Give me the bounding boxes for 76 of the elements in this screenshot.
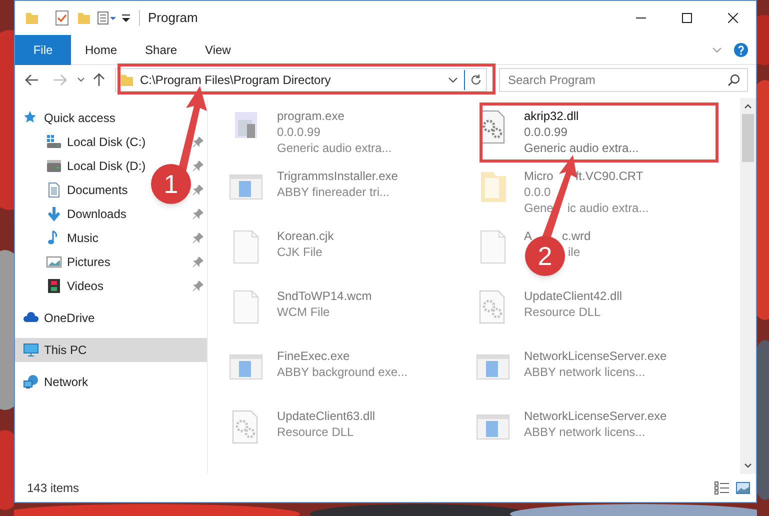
file-description: ic audio extra... — [567, 200, 649, 216]
folder-icon[interactable] — [77, 11, 91, 25]
file-name[interactable]: UpdateClient42.dll — [524, 288, 622, 304]
pin-icon[interactable] — [193, 137, 203, 147]
file-description: ABBY network licens... — [524, 364, 646, 380]
forward-icon[interactable] — [53, 74, 67, 86]
tiles-view-icon[interactable] — [736, 482, 750, 494]
pin-icon[interactable] — [193, 233, 203, 243]
monitor-icon — [23, 342, 39, 358]
ribbon-tab[interactable]: View — [191, 34, 245, 64]
file-version: 0.0.0.99 — [524, 124, 568, 140]
download-icon — [46, 206, 62, 222]
ribbon-tab[interactable]: Share — [131, 34, 192, 64]
sidebar-item[interactable]: This PC — [15, 338, 207, 362]
folder-icon — [120, 73, 134, 87]
up-icon[interactable] — [93, 73, 105, 87]
document-icon — [46, 182, 62, 198]
pin-icon[interactable] — [193, 209, 203, 219]
drive-icon — [46, 134, 62, 150]
folder-icon[interactable] — [25, 11, 39, 25]
file-description: CJK File — [277, 244, 322, 260]
file-name[interactable]: NetworkLicenseServer.exe — [524, 348, 667, 364]
file-description: Resource DLL — [277, 424, 354, 440]
file-description: Generic audio extra... — [524, 140, 639, 156]
pin-icon[interactable] — [193, 257, 203, 267]
search-icon[interactable] — [728, 74, 740, 86]
scroll-up-icon[interactable] — [744, 103, 752, 109]
dropdown-icon[interactable] — [121, 13, 131, 23]
search-field[interactable]: Search Program — [499, 68, 748, 92]
file-name[interactable]: Korean.cjk — [277, 228, 334, 244]
help-icon[interactable] — [734, 42, 748, 56]
scrollbar-thumb[interactable] — [742, 114, 754, 162]
file-name[interactable]: Micro — [524, 168, 554, 184]
recent-locations-icon[interactable] — [77, 77, 85, 83]
file-version: 0.0.0.99 — [277, 124, 320, 140]
file-description: ABBY finereader tri... — [277, 184, 390, 200]
film-icon — [46, 278, 62, 294]
file-name[interactable]: UpdateClient63.dll — [277, 408, 376, 424]
file-description: WCM File — [277, 304, 330, 320]
pin-icon[interactable] — [193, 161, 203, 171]
expand-ribbon-icon[interactable] — [712, 46, 722, 52]
address-path: C:\Program Files\Program Directory — [140, 72, 332, 89]
close-icon — [728, 13, 738, 23]
item-count: 143 items — [27, 480, 80, 497]
file-description: Resource DLL — [524, 304, 601, 320]
back-icon[interactable] — [25, 74, 39, 86]
address-bar[interactable]: C:\Program Files\Program Directory — [115, 68, 487, 92]
file-name[interactable]: TrigrammsInstaller.exe — [277, 168, 398, 184]
file-description: ABBY network licens... — [524, 424, 646, 440]
properties-icon[interactable] — [97, 11, 117, 25]
scroll-down-icon[interactable] — [744, 463, 752, 469]
refresh-icon[interactable] — [470, 74, 482, 86]
ribbon-tab[interactable]: Home — [71, 34, 132, 64]
network-icon — [23, 374, 39, 390]
file-name[interactable]: FineExec.exe — [277, 348, 350, 364]
pin-icon[interactable] — [193, 281, 203, 291]
drive-icon — [46, 158, 62, 174]
file-name[interactable]: c.wrd — [562, 228, 591, 244]
file-name[interactable]: ft.VC90.CRT — [575, 168, 644, 184]
dropdown-icon[interactable] — [448, 77, 458, 83]
file-description: ABBY background exe... — [277, 364, 408, 380]
file-name[interactable]: SndToWP14.wcm — [277, 288, 372, 304]
file-version: 0.0.0 — [524, 184, 551, 200]
file-description: Gene — [524, 200, 554, 216]
file-name[interactable]: akrip32.dll — [524, 108, 579, 124]
picture-icon — [46, 254, 62, 270]
file-name[interactable]: NetworkLicenseServer.exe — [524, 408, 667, 424]
file-tab[interactable]: File — [15, 34, 71, 64]
checklist-icon[interactable] — [55, 10, 69, 26]
details-view-icon[interactable] — [714, 481, 730, 495]
pin-icon[interactable] — [193, 185, 203, 195]
file-description: ile — [568, 244, 580, 260]
file-name[interactable]: program.exe — [277, 108, 344, 124]
maximize-icon — [682, 13, 692, 23]
window-title: Program — [148, 9, 198, 28]
file-description: Generic audio extra... — [277, 140, 392, 156]
